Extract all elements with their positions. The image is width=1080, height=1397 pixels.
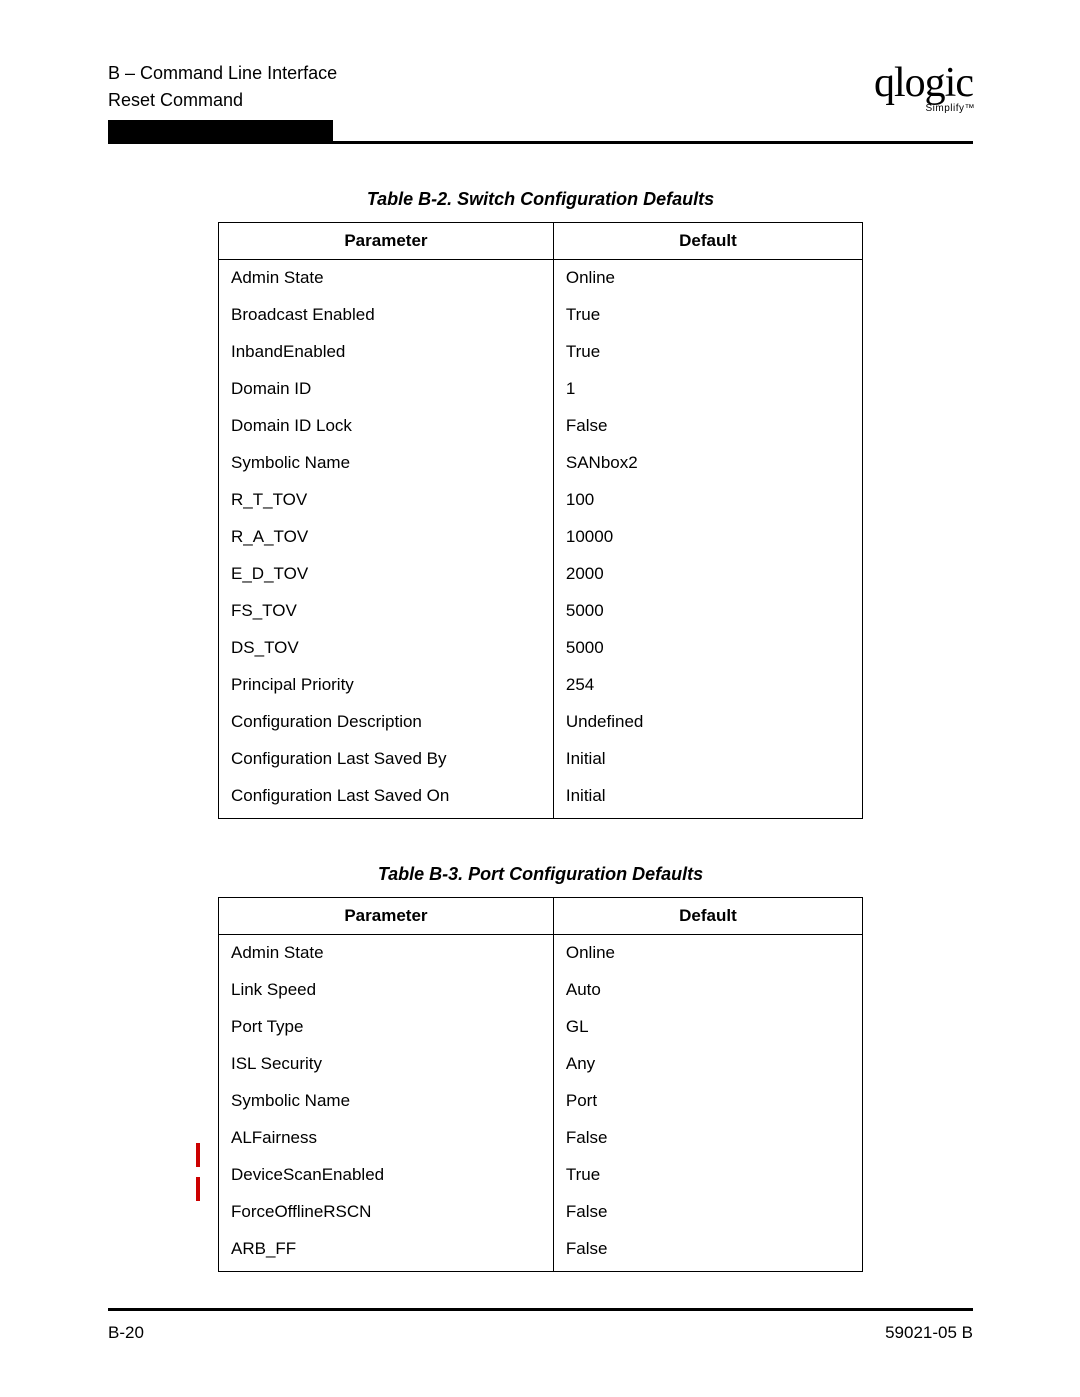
brand-logo: qlogic Simplify™: [874, 69, 973, 114]
table-row: InbandEnabledTrue: [219, 334, 863, 371]
parameter-cell: ALFairness: [219, 1120, 554, 1157]
config-table: ParameterDefaultAdmin StateOnlineLink Sp…: [218, 897, 863, 1272]
table-row: Admin StateOnline: [219, 935, 863, 973]
table-row: Port TypeGL: [219, 1009, 863, 1046]
parameter-cell: ISL Security: [219, 1046, 554, 1083]
header-title: Reset Command: [108, 87, 337, 114]
table-row: Configuration DescriptionUndefined: [219, 704, 863, 741]
table-row: ALFairnessFalse: [219, 1120, 863, 1157]
footer-divider: [108, 1308, 973, 1311]
table-row: DS_TOV5000: [219, 630, 863, 667]
table-row: Symbolic NameSANbox2: [219, 445, 863, 482]
parameter-cell: E_D_TOV: [219, 556, 554, 593]
default-cell: Undefined: [553, 704, 862, 741]
default-cell: True: [553, 297, 862, 334]
table-row: ISL SecurityAny: [219, 1046, 863, 1083]
parameter-cell: Symbolic Name: [219, 445, 554, 482]
parameter-cell: Configuration Description: [219, 704, 554, 741]
table-row: Domain ID1: [219, 371, 863, 408]
default-cell: 1: [553, 371, 862, 408]
parameter-cell: Domain ID Lock: [219, 408, 554, 445]
default-cell: Initial: [553, 778, 862, 819]
table-row: R_T_TOV100: [219, 482, 863, 519]
default-cell: 100: [553, 482, 862, 519]
parameter-cell: Admin State: [219, 935, 554, 973]
default-cell: SANbox2: [553, 445, 862, 482]
parameter-cell: ARB_FF: [219, 1231, 554, 1272]
default-cell: Online: [553, 260, 862, 298]
brand-tagline: Simplify™: [925, 105, 975, 112]
revision-bar: [196, 1143, 200, 1167]
default-cell: Any: [553, 1046, 862, 1083]
parameter-cell: Symbolic Name: [219, 1083, 554, 1120]
parameter-cell: R_T_TOV: [219, 482, 554, 519]
default-cell: False: [553, 1194, 862, 1231]
parameter-cell: DS_TOV: [219, 630, 554, 667]
table-row: E_D_TOV2000: [219, 556, 863, 593]
parameter-cell: Port Type: [219, 1009, 554, 1046]
parameter-cell: DeviceScanEnabled: [219, 1157, 554, 1194]
parameter-cell: Admin State: [219, 260, 554, 298]
table-row: Link SpeedAuto: [219, 972, 863, 1009]
default-cell: Initial: [553, 741, 862, 778]
header-block: [108, 120, 333, 144]
column-header-default: Default: [553, 223, 862, 260]
table-row: Admin StateOnline: [219, 260, 863, 298]
default-cell: GL: [553, 1009, 862, 1046]
table-row: FS_TOV5000: [219, 593, 863, 630]
table-caption: Table B-3. Port Configuration Defaults: [218, 864, 863, 885]
default-cell: 5000: [553, 593, 862, 630]
default-cell: False: [553, 408, 862, 445]
parameter-cell: R_A_TOV: [219, 519, 554, 556]
table-row: Principal Priority254: [219, 667, 863, 704]
parameter-cell: InbandEnabled: [219, 334, 554, 371]
table-row: ForceOfflineRSCNFalse: [219, 1194, 863, 1231]
column-header-default: Default: [553, 898, 862, 935]
parameter-cell: Configuration Last Saved By: [219, 741, 554, 778]
table-row: Broadcast EnabledTrue: [219, 297, 863, 334]
column-header-parameter: Parameter: [219, 223, 554, 260]
default-cell: 5000: [553, 630, 862, 667]
table-row: Domain ID LockFalse: [219, 408, 863, 445]
parameter-cell: Domain ID: [219, 371, 554, 408]
parameter-cell: FS_TOV: [219, 593, 554, 630]
default-cell: 10000: [553, 519, 862, 556]
default-cell: 254: [553, 667, 862, 704]
default-cell: False: [553, 1231, 862, 1272]
table-row: R_A_TOV10000: [219, 519, 863, 556]
parameter-cell: Principal Priority: [219, 667, 554, 704]
table-row: Symbolic NamePort: [219, 1083, 863, 1120]
column-header-parameter: Parameter: [219, 898, 554, 935]
parameter-cell: ForceOfflineRSCN: [219, 1194, 554, 1231]
table-row: Configuration Last Saved OnInitial: [219, 778, 863, 819]
document-number: 59021-05 B: [885, 1323, 973, 1343]
page-number: B-20: [108, 1323, 144, 1343]
default-cell: True: [553, 334, 862, 371]
table-row: Configuration Last Saved ByInitial: [219, 741, 863, 778]
table-row: DeviceScanEnabledTrue: [219, 1157, 863, 1194]
table-caption: Table B-2. Switch Configuration Defaults: [218, 189, 863, 210]
default-cell: True: [553, 1157, 862, 1194]
table-row: ARB_FFFalse: [219, 1231, 863, 1272]
default-cell: Auto: [553, 972, 862, 1009]
default-cell: False: [553, 1120, 862, 1157]
parameter-cell: Configuration Last Saved On: [219, 778, 554, 819]
config-table: ParameterDefaultAdmin StateOnlineBroadca…: [218, 222, 863, 819]
header-section: B – Command Line Interface: [108, 60, 337, 87]
default-cell: Port: [553, 1083, 862, 1120]
parameter-cell: Broadcast Enabled: [219, 297, 554, 334]
revision-bar: [196, 1177, 200, 1201]
parameter-cell: Link Speed: [219, 972, 554, 1009]
default-cell: Online: [553, 935, 862, 973]
default-cell: 2000: [553, 556, 862, 593]
